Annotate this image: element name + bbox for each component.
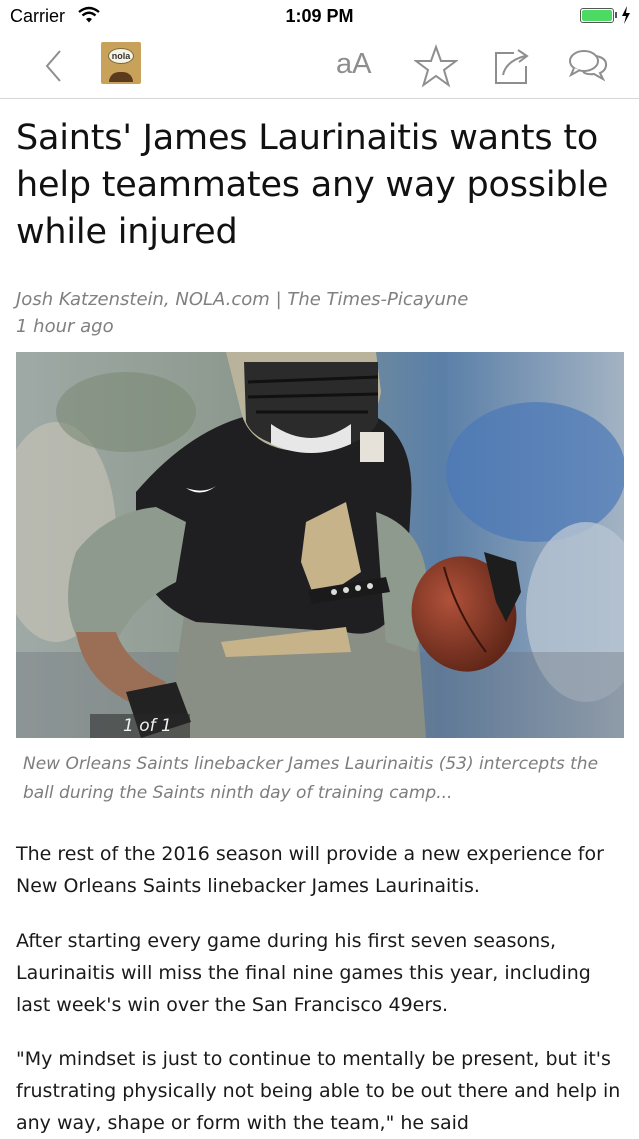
article-headline: Saints' James Laurinaitis wants to help … [16, 118, 609, 252]
clock: 1:09 PM [285, 6, 354, 26]
article-paragraph: The rest of the 2016 season will provide… [16, 843, 604, 897]
football-player-image [16, 352, 624, 738]
article-paragraph: After starting every game during his fir… [16, 930, 591, 1016]
battery-fill [582, 10, 612, 21]
photo-counter-label: 1 of 1 [123, 716, 172, 736]
photo-caption[interactable]: New Orleans Saints linebacker James Laur… [23, 750, 623, 808]
text-size-button[interactable]: aA [336, 48, 371, 81]
publication-logo[interactable]: nola [101, 42, 141, 84]
chevron-left-icon [45, 50, 61, 82]
navigation-bar: nola aA [0, 32, 639, 99]
battery-icon [580, 8, 614, 23]
back-button[interactable] [40, 46, 70, 86]
article-byline: Josh Katzenstein, NOLA.com | The Times-P… [16, 289, 469, 310]
share-icon[interactable] [492, 44, 532, 86]
photo-counter: 1 of 1 [90, 714, 190, 738]
battery-tip [615, 12, 617, 18]
star-icon[interactable] [414, 44, 458, 88]
status-bar: Carrier 1:09 PM [0, 0, 639, 32]
comments-icon[interactable] [566, 48, 610, 82]
article-timestamp: 1 hour ago [16, 316, 114, 337]
logo-badge: nola [108, 48, 134, 64]
article-paragraph: "My mindset is just to continue to menta… [16, 1048, 621, 1134]
logo-swoosh [109, 72, 133, 82]
article-photo[interactable]: 1 of 1 [16, 352, 624, 738]
charging-icon [622, 6, 630, 24]
